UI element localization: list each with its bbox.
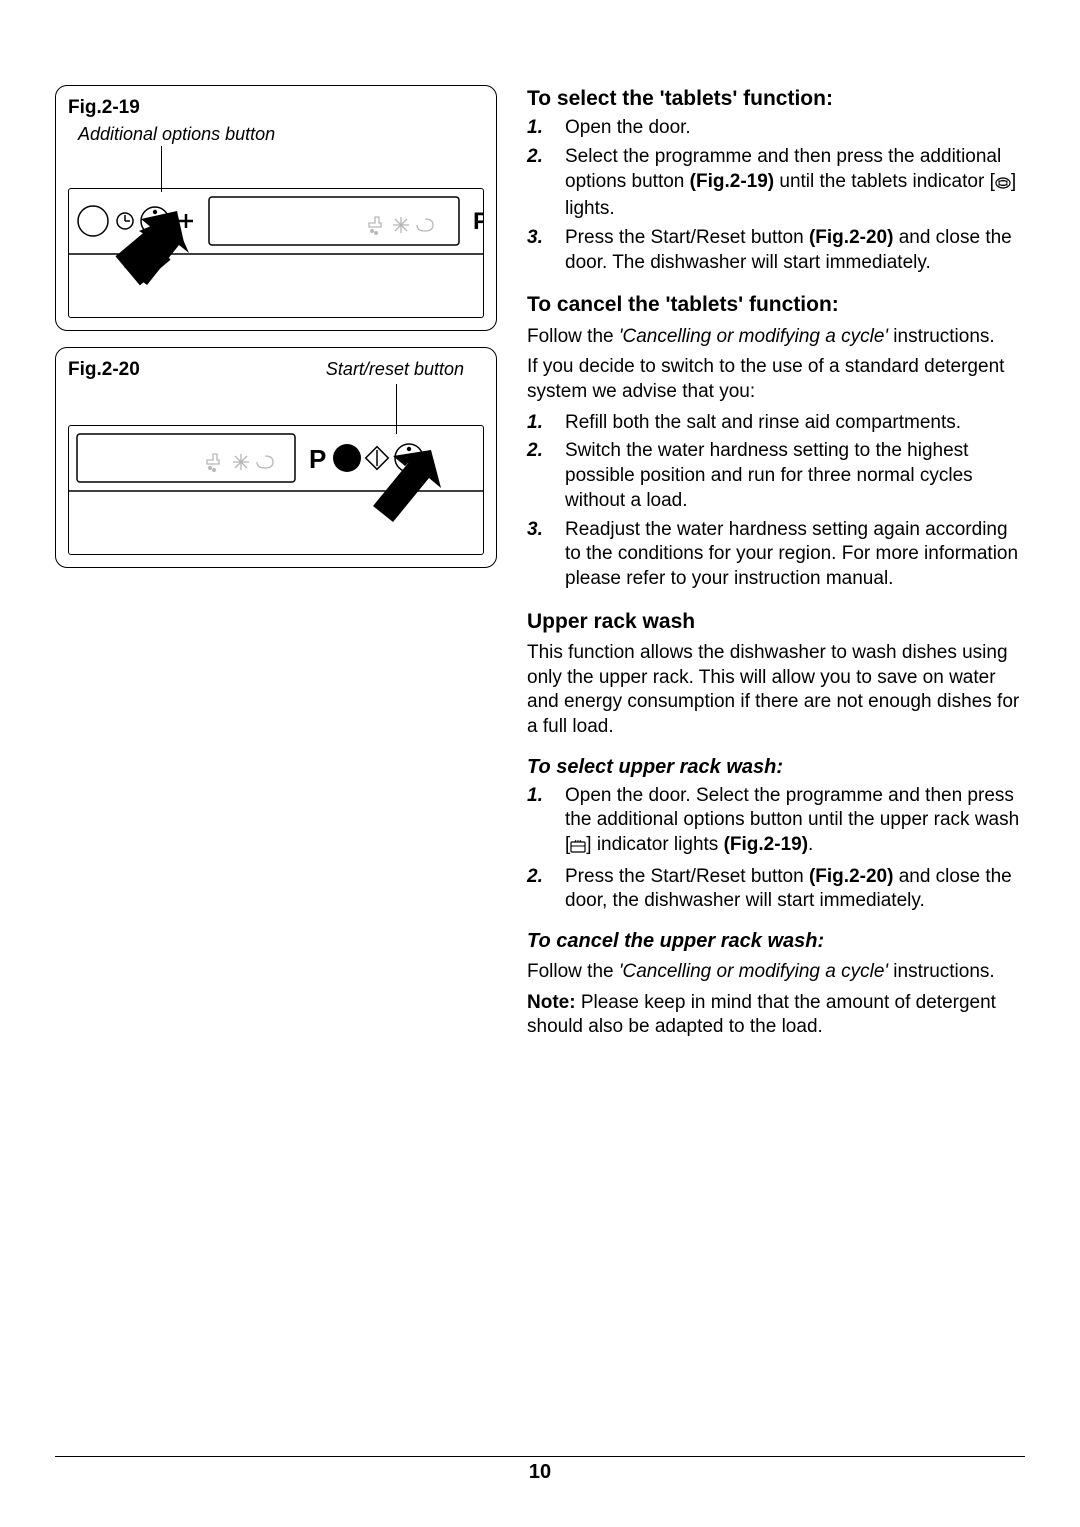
subheading-upper-cancel: To cancel the upper rack wash: <box>527 928 1025 954</box>
subheading-upper-select: To select upper rack wash: <box>527 754 1025 780</box>
svg-text:P: P <box>473 208 483 235</box>
step-text: Press the Start/Reset button (Fig.2-20) … <box>565 865 1025 914</box>
list-item: 2. Select the programme and then press t… <box>527 145 1025 222</box>
step-number: 1. <box>527 411 565 436</box>
figure-caption: Start/reset button <box>140 358 484 381</box>
step-number: 2. <box>527 439 565 513</box>
step-number: 3. <box>527 518 565 592</box>
indicator-icons-group <box>369 217 433 234</box>
step-text: Switch the water hardness setting to the… <box>565 439 1025 513</box>
step-text: Select the programme and then press the … <box>565 145 1025 222</box>
list-item: 2. Press the Start/Reset button (Fig.2-2… <box>527 865 1025 914</box>
paragraph: This function allows the dishwasher to w… <box>527 641 1025 740</box>
text-column: To select the 'tablets' function: 1. Ope… <box>527 85 1025 1046</box>
step-text: Press the Start/Reset button (Fig.2-20) … <box>565 226 1025 275</box>
heading-upper-rack: Upper rack wash <box>527 608 1025 635</box>
manual-page: Fig.2-19 Additional options button <box>0 0 1080 1527</box>
list-item: 3. Readjust the water hardness setting a… <box>527 518 1025 592</box>
steps-upper-select: 1. Open the door. Select the programme a… <box>527 784 1025 914</box>
tablets-icon <box>995 173 1011 198</box>
footer-divider <box>55 1456 1025 1457</box>
note-label: Note: <box>527 992 576 1013</box>
clock-icon <box>117 213 133 229</box>
step-number: 1. <box>527 784 565 861</box>
control-panel-diagram: P <box>68 425 484 555</box>
step-number: 1. <box>527 116 565 141</box>
page-number: 10 <box>0 1459 1080 1485</box>
list-item: 2. Switch the water hardness setting to … <box>527 439 1025 513</box>
list-item: 1. Open the door. <box>527 116 1025 141</box>
plus-icon <box>179 214 193 228</box>
figure-2-20: Fig.2-20 Start/reset button <box>55 347 497 568</box>
leader-line <box>161 146 162 192</box>
control-panel-diagram: P <box>68 188 484 318</box>
steps-switch: 1. Refill both the salt and rinse aid co… <box>527 411 1025 592</box>
heading-select-tablets: To select the 'tablets' function: <box>527 85 1025 112</box>
heading-cancel-tablets: To cancel the 'tablets' function: <box>527 291 1025 318</box>
figure-label: Fig.2-19 <box>68 96 484 121</box>
start-icon <box>366 446 389 469</box>
step-text: Open the door. <box>565 116 1025 141</box>
step-text: Readjust the water hardness setting agai… <box>565 518 1025 592</box>
paragraph: Follow the 'Cancelling or modifying a cy… <box>527 960 1025 985</box>
paragraph: Follow the 'Cancelling or modifying a cy… <box>527 325 1025 350</box>
indicator-icons-group <box>207 454 273 471</box>
step-text: Open the door. Select the programme and … <box>565 784 1025 861</box>
figures-column: Fig.2-19 Additional options button <box>55 85 497 1046</box>
note-paragraph: Note: Please keep in mind that the amoun… <box>527 991 1025 1040</box>
figure-2-19: Fig.2-19 Additional options button <box>55 85 497 331</box>
paragraph: If you decide to switch to the use of a … <box>527 355 1025 404</box>
steps-select-tablets: 1. Open the door. 2. Select the programm… <box>527 116 1025 275</box>
figure-caption: Additional options button <box>68 123 484 146</box>
step-number: 3. <box>527 226 565 275</box>
upper-rack-icon <box>570 836 586 861</box>
step-number: 2. <box>527 145 565 222</box>
list-item: 3. Press the Start/Reset button (Fig.2-2… <box>527 226 1025 275</box>
step-number: 2. <box>527 865 565 914</box>
pointer-arrow-icon <box>373 450 441 522</box>
figure-label: Fig.2-20 <box>68 358 140 383</box>
button-icon <box>333 444 361 472</box>
svg-text:P: P <box>309 444 326 474</box>
list-item: 1. Open the door. Select the programme a… <box>527 784 1025 861</box>
list-item: 1. Refill both the salt and rinse aid co… <box>527 411 1025 436</box>
step-text: Refill both the salt and rinse aid compa… <box>565 411 1025 436</box>
